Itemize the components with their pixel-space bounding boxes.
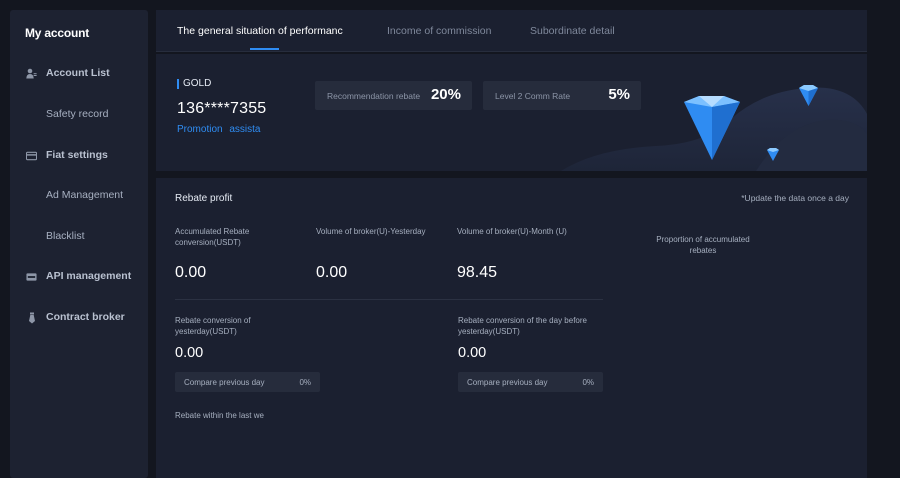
active-tab-indicator: [250, 48, 279, 50]
compare-value: 0%: [582, 378, 594, 387]
yesterday-conversion-value: 0.00: [175, 345, 204, 361]
yesterday-volume-label: Volume of broker(U)-Yesterday: [316, 227, 426, 236]
recommendation-rebate-box: Recommendation rebate 20%: [315, 81, 472, 110]
sidebar-item-label: Account List: [46, 67, 110, 79]
compare-label: Compare previous day: [467, 378, 548, 387]
sidebar-item-label: Fiat settings: [46, 149, 108, 161]
daybefore-conversion-label: Rebate conversion of the day before yest…: [458, 316, 587, 336]
main-content: The general situation of performanc Inco…: [156, 10, 867, 478]
tab-subordinate-detail[interactable]: Subordinate detail: [530, 25, 615, 37]
level-text: GOLD: [183, 78, 212, 89]
sidebar-item-account-list[interactable]: Account List: [10, 64, 148, 84]
sidebar: My account Account List Safety record Fi…: [10, 10, 148, 478]
card-icon: [26, 150, 37, 161]
sidebar-item-blacklist[interactable]: Blacklist: [10, 227, 148, 247]
tab-general-situation[interactable]: The general situation of performanc: [177, 25, 343, 37]
sidebar-item-label: Contract broker: [46, 311, 125, 323]
last-week-rebate-label: Rebate within the last we: [175, 411, 264, 420]
divider: [175, 299, 603, 300]
compare-previous-day-2[interactable]: Compare previous day 0%: [458, 372, 603, 392]
accumulated-rebate-label: Accumulated Rebate conversion(USDT): [175, 227, 250, 247]
recommendation-rebate-value: 20%: [430, 86, 461, 103]
yesterday-volume-value: 0.00: [316, 264, 348, 281]
accumulated-rebate-value: 0.00: [175, 264, 207, 281]
recommendation-rebate-label: Recommendation rebate: [327, 91, 421, 101]
rebate-panel: Rebate profit *Update the data once a da…: [156, 178, 867, 478]
daybefore-conversion-value: 0.00: [458, 345, 487, 361]
yesterday-conversion-label: Rebate conversion of yesterday(USDT): [175, 316, 251, 336]
tab-income-of-commission[interactable]: Income of commission: [387, 25, 491, 37]
sidebar-item-label: API management: [46, 270, 132, 282]
compare-label: Compare previous day: [184, 378, 265, 387]
rebate-title: Rebate profit: [175, 193, 233, 204]
user-icon: [26, 68, 37, 79]
diamond-illustration: [561, 85, 867, 171]
tab-bar: The general situation of performanc Inco…: [156, 10, 867, 52]
sidebar-item-label: Safety record: [46, 108, 109, 120]
sidebar-item-contract-broker[interactable]: Contract broker: [10, 308, 148, 328]
sidebar-item-label: Blacklist: [46, 230, 85, 242]
level-badge: GOLD: [177, 78, 211, 89]
promotion-link[interactable]: Promotion assista: [177, 124, 260, 135]
level-bar: [177, 78, 179, 89]
month-volume-label: Volume of broker(U)-Month (U): [457, 227, 567, 236]
sidebar-item-ad-management[interactable]: Ad Management: [10, 186, 148, 206]
compare-previous-day-1[interactable]: Compare previous day 0%: [175, 372, 320, 392]
proportion-label: Proportion of accumulated rebates: [656, 235, 750, 255]
sidebar-title: My account: [25, 26, 90, 40]
month-volume-value: 98.45: [457, 264, 498, 281]
sidebar-item-api-management[interactable]: API management: [10, 267, 148, 287]
api-icon: [26, 271, 37, 282]
tie-icon: [26, 312, 37, 323]
sidebar-item-safety-record[interactable]: Safety record: [10, 105, 148, 125]
account-number: 136****7355: [177, 100, 267, 117]
update-note: *Update the data once a day: [741, 193, 849, 203]
compare-value: 0%: [299, 378, 311, 387]
sidebar-item-label: Ad Management: [46, 189, 124, 201]
sidebar-item-fiat-settings[interactable]: Fiat settings: [10, 146, 148, 166]
profile-panel: GOLD 136****7355 Promotion assista Recom…: [156, 54, 867, 171]
